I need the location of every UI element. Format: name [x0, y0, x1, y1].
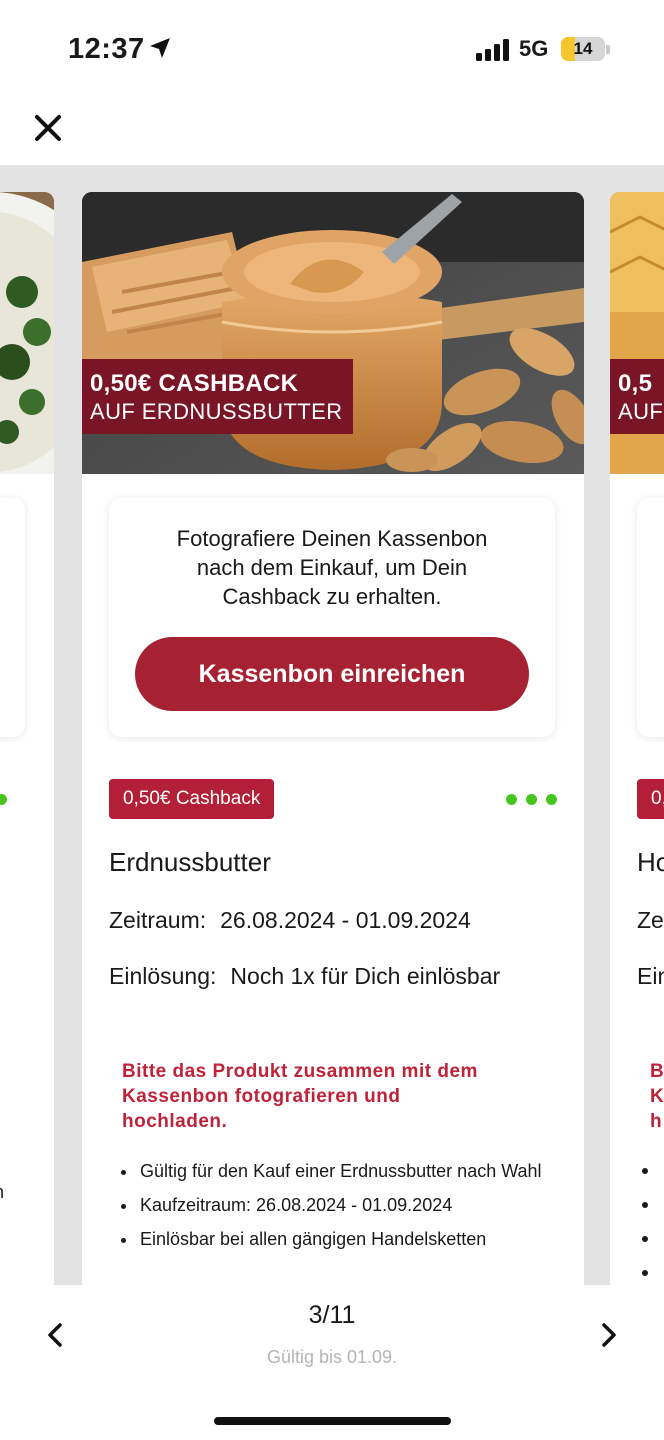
bullet: [642, 1202, 648, 1208]
product-name: Erdnussbutter: [109, 847, 271, 877]
dot: [526, 794, 537, 805]
bullet: [642, 1236, 648, 1242]
bullet: [642, 1270, 648, 1276]
promo-title: 0,50€ CASHBACK: [90, 370, 299, 397]
condition-item: Einlösbar bei allen gängigen Handelskett…: [138, 1222, 558, 1256]
period-label: Zeitraum:: [109, 907, 207, 933]
dot: [546, 794, 557, 805]
receipt-instructions: Fotografiere Deinen Kassenbon nach dem E…: [109, 524, 555, 611]
conditions-fragment: n: [0, 1182, 4, 1203]
notice-line: Kassenbon fotografieren und: [122, 1086, 401, 1107]
period-label-next: Ze: [637, 907, 664, 933]
cashback-badge-next: 0,: [637, 779, 664, 819]
redemption-label: Einlösung:: [109, 963, 217, 989]
conditions-list: Gültig für den Kauf einer Erdnussbutter …: [138, 1154, 558, 1256]
redemption-value: Noch 1x für Dich einlösbar: [230, 963, 501, 989]
battery-cap: [606, 45, 610, 54]
offer-image: 0,50€ CASHBACK AUF ERDNUSSBUTTER: [82, 192, 584, 474]
receipt-box-next: [637, 498, 664, 737]
offer-card-next[interactable]: 0,5 AUF 0, Ho Ze Ein B K h: [610, 192, 664, 1285]
receipt-text-line: nach dem Einkauf, um Dein: [196, 555, 468, 580]
status-bar: 12:37 5G 14: [0, 0, 664, 100]
condition-item: Gültig für den Kauf einer Erdnussbutter …: [138, 1154, 558, 1188]
promo-subtitle: AUF ERDNUSSBUTTER: [90, 399, 343, 424]
notice-line: hochladen.: [122, 1111, 228, 1132]
notice-line: K: [650, 1086, 664, 1107]
redemption-row: Einlösung: Noch 1x für Dich einlösbar: [109, 963, 500, 990]
offer-card: 0,50€ CASHBACK AUF ERDNUSSBUTTER Fotogra…: [82, 192, 584, 1285]
product-name-next: Ho: [637, 847, 664, 877]
more-dots-icon[interactable]: [506, 792, 558, 806]
photo-notice: Bitte das Produkt zusammen mit dem Kasse…: [122, 1059, 542, 1134]
promo-banner-next: 0,5 AUF: [610, 359, 664, 434]
promo-banner: 0,50€ CASHBACK AUF ERDNUSSBUTTER: [82, 359, 353, 434]
dot: [506, 794, 517, 805]
promo-title-next: 0,5: [618, 370, 653, 397]
status-time: 12:37: [68, 33, 145, 65]
receipt-box: Fotografiere Deinen Kassenbon nach dem E…: [109, 498, 555, 737]
receipt-text-line: Cashback zu erhalten.: [222, 584, 442, 609]
period-row: Zeitraum: 26.08.2024 - 01.09.2024: [109, 907, 471, 934]
submit-receipt-button[interactable]: Kassenbon einreichen: [135, 637, 529, 711]
more-dots-icon[interactable]: [0, 792, 28, 806]
bullet: [642, 1168, 648, 1174]
notice-line: h: [650, 1111, 663, 1132]
notice-line: B: [650, 1061, 664, 1082]
cashback-badge: 0,50€ Cashback: [109, 779, 275, 819]
receipt-box-previous: [0, 498, 25, 737]
valid-until: Gültig bis 01.09.: [266, 1347, 398, 1367]
offer-card-previous[interactable]: n: [0, 192, 54, 1285]
signal-bars-icon: [476, 39, 509, 61]
close-icon[interactable]: [30, 110, 66, 146]
page-counter: 3/11: [308, 1301, 356, 1329]
location-arrow-icon: [150, 38, 170, 58]
offer-image-previous: [0, 192, 54, 474]
chevron-right-icon[interactable]: [594, 1315, 624, 1355]
battery-percent: 14: [573, 39, 593, 58]
offer-image-next: 0,5 AUF: [610, 192, 664, 474]
network-type: 5G: [519, 36, 549, 61]
period-value: 26.08.2024 - 01.09.2024: [220, 907, 471, 933]
offer-carousel[interactable]: n: [0, 165, 664, 1285]
receipt-text-line: Fotografiere Deinen Kassenbon: [176, 526, 488, 551]
condition-item: Kaufzeitraum: 26.08.2024 - 01.09.2024: [138, 1188, 558, 1222]
redemption-label-next: Ein: [637, 963, 664, 989]
pagination-bar: 3/11 Gültig bis 01.09.: [0, 1285, 664, 1440]
home-indicator[interactable]: [214, 1417, 451, 1425]
promo-subtitle-next: AUF: [618, 399, 664, 424]
battery-icon: 14: [561, 37, 605, 61]
notice-line: Bitte das Produkt zusammen mit dem: [122, 1061, 478, 1082]
notice-next: B K h: [650, 1059, 664, 1134]
